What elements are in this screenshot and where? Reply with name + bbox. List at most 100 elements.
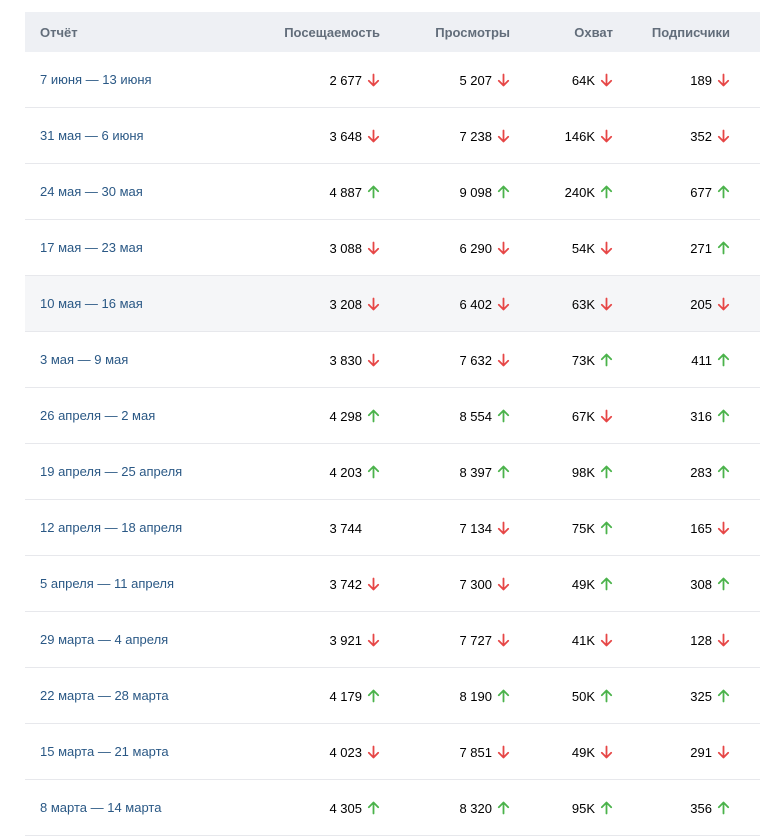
reach-value: 49K <box>571 744 595 760</box>
arrow-down-icon <box>600 241 613 255</box>
visits-cell: 3 648 <box>250 127 380 144</box>
table-row[interactable]: 31 мая — 6 июня 3 648 7 238 146K 352 <box>25 108 760 164</box>
report-cell: 7 июня — 13 июня <box>25 72 250 87</box>
arrow-down-icon <box>600 297 613 311</box>
reach-cell: 49K <box>510 743 613 760</box>
reach-cell: 63K <box>510 295 613 312</box>
table-row[interactable]: 10 мая — 16 мая 3 208 6 402 63K 205 <box>25 276 760 332</box>
visits-cell: 4 023 <box>250 743 380 760</box>
report-period-link[interactable]: 24 мая — 30 мая <box>40 184 143 199</box>
views-value: 7 300 <box>459 576 492 592</box>
column-header-views[interactable]: Просмотры <box>380 25 510 40</box>
subscribers-cell: 677 <box>613 183 745 200</box>
visits-cell: 3 088 <box>250 239 380 256</box>
subscribers-value: 128 <box>690 632 712 648</box>
reach-value: 98K <box>571 464 595 480</box>
report-period-link[interactable]: 10 мая — 16 мая <box>40 296 143 311</box>
table-row[interactable]: 15 марта — 21 марта 4 023 7 851 49K 291 <box>25 724 760 780</box>
subscribers-value: 165 <box>690 520 712 536</box>
arrow-down-icon <box>497 241 510 255</box>
arrow-down-icon <box>367 745 380 759</box>
column-header-subscribers[interactable]: Подписчики <box>613 25 745 40</box>
report-cell: 26 апреля — 2 мая <box>25 408 250 423</box>
table-row[interactable]: 17 мая — 23 мая 3 088 6 290 54K 271 <box>25 220 760 276</box>
reach-value: 49K <box>571 576 595 592</box>
views-cell: 8 554 <box>380 407 510 424</box>
visits-cell: 4 179 <box>250 687 380 704</box>
table-row[interactable]: 19 апреля — 25 апреля 4 203 8 397 98K 283 <box>25 444 760 500</box>
arrow-up-icon <box>717 689 730 703</box>
subscribers-cell: 308 <box>613 575 745 592</box>
arrow-up-icon <box>600 801 613 815</box>
report-cell: 29 марта — 4 апреля <box>25 632 250 647</box>
visits-cell: 3 830 <box>250 351 380 368</box>
views-value: 8 554 <box>459 408 492 424</box>
reach-value: 75K <box>571 520 595 536</box>
arrow-down-icon <box>367 241 380 255</box>
report-period-link[interactable]: 8 марта — 14 марта <box>40 800 161 815</box>
arrow-down-icon <box>600 129 613 143</box>
arrow-up-icon <box>600 689 613 703</box>
report-period-link[interactable]: 26 апреля — 2 мая <box>40 408 155 423</box>
views-value: 8 320 <box>459 800 492 816</box>
arrow-down-icon <box>367 577 380 591</box>
arrow-down-icon <box>367 297 380 311</box>
views-cell: 5 207 <box>380 71 510 88</box>
visits-value: 4 298 <box>329 408 362 424</box>
subscribers-cell: 411 <box>613 351 745 368</box>
subscribers-cell: 271 <box>613 239 745 256</box>
subscribers-cell: 205 <box>613 295 745 312</box>
table-row[interactable]: 26 апреля — 2 мая 4 298 8 554 67K 316 <box>25 388 760 444</box>
report-period-link[interactable]: 31 мая — 6 июня <box>40 128 144 143</box>
arrow-down-icon <box>717 521 730 535</box>
views-cell: 8 397 <box>380 463 510 480</box>
report-period-link[interactable]: 3 мая — 9 мая <box>40 352 128 367</box>
report-period-link[interactable]: 15 марта — 21 марта <box>40 744 169 759</box>
report-cell: 24 мая — 30 мая <box>25 184 250 199</box>
report-period-link[interactable]: 5 апреля — 11 апреля <box>40 576 174 591</box>
arrow-up-icon <box>497 689 510 703</box>
subscribers-value: 411 <box>691 352 712 368</box>
table-row[interactable]: 29 марта — 4 апреля 3 921 7 727 41K 128 <box>25 612 760 668</box>
subscribers-cell: 283 <box>613 463 745 480</box>
arrow-down-icon <box>497 297 510 311</box>
arrow-down-icon <box>717 73 730 87</box>
table-row[interactable]: 12 апреля — 18 апреля 3 744 7 134 75K 165 <box>25 500 760 556</box>
stats-table: Отчёт Посещаемость Просмотры Охват Подпи… <box>25 12 760 836</box>
table-row[interactable]: 8 марта — 14 марта 4 305 8 320 95K 356 <box>25 780 760 836</box>
arrow-up-icon <box>367 801 380 815</box>
reach-cell: 240K <box>510 183 613 200</box>
column-header-report[interactable]: Отчёт <box>25 25 250 40</box>
arrow-down-icon <box>600 73 613 87</box>
table-row[interactable]: 3 мая — 9 мая 3 830 7 632 73K 411 <box>25 332 760 388</box>
report-cell: 22 марта — 28 марта <box>25 688 250 703</box>
views-value: 7 851 <box>459 744 492 760</box>
arrow-down-icon <box>497 633 510 647</box>
report-period-link[interactable]: 19 апреля — 25 апреля <box>40 464 182 479</box>
reach-value: 67K <box>571 408 595 424</box>
column-header-reach[interactable]: Охват <box>510 25 613 40</box>
table-row[interactable]: 22 марта — 28 марта 4 179 8 190 50K 325 <box>25 668 760 724</box>
visits-value: 3 208 <box>329 296 362 312</box>
views-value: 8 190 <box>459 688 492 704</box>
visits-value: 4 887 <box>329 184 362 200</box>
table-header: Отчёт Посещаемость Просмотры Охват Подпи… <box>25 12 760 52</box>
report-cell: 15 марта — 21 марта <box>25 744 250 759</box>
arrow-down-icon <box>497 73 510 87</box>
arrow-down-icon <box>367 633 380 647</box>
report-period-link[interactable]: 17 мая — 23 мая <box>40 240 143 255</box>
views-cell: 7 851 <box>380 743 510 760</box>
table-row[interactable]: 7 июня — 13 июня 2 677 5 207 64K 189 <box>25 52 760 108</box>
arrow-up-icon <box>367 185 380 199</box>
views-value: 7 727 <box>459 632 492 648</box>
report-period-link[interactable]: 7 июня — 13 июня <box>40 72 152 87</box>
table-row[interactable]: 5 апреля — 11 апреля 3 742 7 300 49K 308 <box>25 556 760 612</box>
table-row[interactable]: 24 мая — 30 мая 4 887 9 098 240K 677 <box>25 164 760 220</box>
reach-cell: 73K <box>510 351 613 368</box>
subscribers-value: 271 <box>690 240 712 256</box>
visits-value: 3 830 <box>329 352 362 368</box>
column-header-visits[interactable]: Посещаемость <box>250 25 380 40</box>
report-period-link[interactable]: 29 марта — 4 апреля <box>40 632 168 647</box>
report-period-link[interactable]: 12 апреля — 18 апреля <box>40 520 182 535</box>
report-period-link[interactable]: 22 марта — 28 марта <box>40 688 169 703</box>
